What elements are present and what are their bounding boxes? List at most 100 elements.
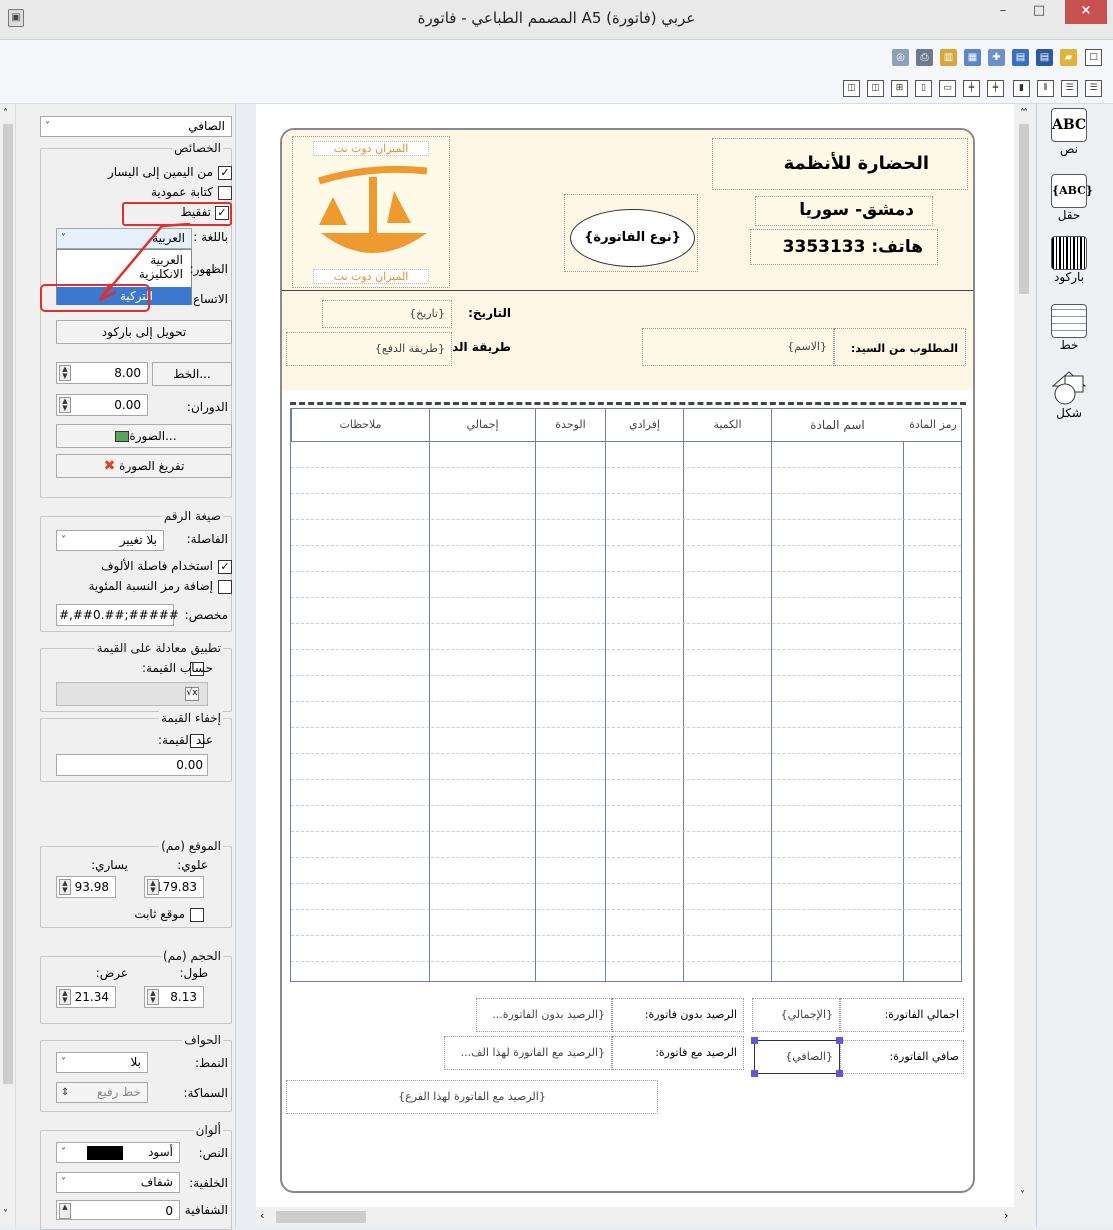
same-size-icon[interactable]: ⊞ (891, 80, 908, 97)
separator-combo[interactable]: بلا تغيير ˅ (56, 530, 164, 551)
spin-arrows-icon[interactable]: ▲ ▼ (59, 397, 71, 413)
total-field[interactable]: {الإجمالي} (752, 998, 840, 1032)
font-button[interactable]: الخط... (152, 362, 232, 386)
copy-icon[interactable]: ▦ (964, 49, 981, 66)
text-color-combo[interactable]: أسود ˅ (56, 1142, 180, 1163)
same-height-icon[interactable]: ▯ (915, 80, 932, 97)
balance-wo-field[interactable]: {الرصيد بدون الفاتورة... (476, 998, 612, 1032)
scroll-thumb[interactable] (3, 124, 13, 1084)
table-row (291, 961, 961, 962)
percent-checkbox[interactable] (218, 580, 232, 594)
barcode-convert-button[interactable]: تحويل إلى باركود (56, 320, 232, 344)
selection-handle[interactable] (751, 1070, 758, 1077)
scroll-thumb[interactable] (276, 1211, 366, 1223)
clear-image-button[interactable]: ✖ تفريغ الصورة (56, 454, 232, 478)
maximize-button[interactable]: □ (1024, 0, 1054, 24)
left-spinner[interactable]: ▲ ▼ 93.98 (56, 876, 116, 898)
height-spinner[interactable]: ▲ ▼ 8.13 (144, 986, 204, 1008)
align-top-icon[interactable]: ☰ (1085, 80, 1102, 97)
close-button[interactable]: × (1065, 0, 1107, 24)
scroll-thumb[interactable] (1019, 124, 1029, 294)
scroll-right-icon[interactable]: › (1004, 1209, 1008, 1222)
group-title: الخصائص (172, 141, 223, 155)
tool-field[interactable]: {ABC} حقل (1045, 174, 1093, 222)
rtl-checkbox[interactable]: ✓ (218, 166, 232, 180)
formula-icon[interactable]: √x (185, 687, 199, 701)
payment-field[interactable]: {طريقة الدفع} (286, 332, 452, 366)
expand-label: الاتساع (192, 292, 228, 306)
spin-arrows-icon[interactable]: ▲ ▼ (59, 365, 71, 381)
new-icon[interactable]: □ (1085, 49, 1102, 66)
spin-arrows-icon[interactable]: ▲ (59, 1203, 71, 1219)
group-title: تطبيق معادلة على القيمة (94, 641, 223, 655)
bg-color-combo[interactable]: شفاف ˅ (56, 1172, 180, 1193)
logo-text-bottom: الميزان دوت نت (313, 269, 429, 284)
canvas-horizontal-scrollbar[interactable]: ‹ › (256, 1207, 1036, 1227)
left-panel-scrollbar[interactable]: ˄ ˅ (0, 104, 16, 1227)
send-back-icon[interactable]: ◫ (843, 80, 860, 97)
scroll-left-icon[interactable]: ‹ (260, 1209, 264, 1222)
image-button[interactable]: الصورة... (56, 424, 232, 448)
width-spinner[interactable]: ▲ ▼ 21.34 (56, 986, 116, 1008)
branch-balance-field[interactable]: {الرصيد مع الفاتورة لهذا الفرع} (286, 1080, 658, 1114)
save-as-icon[interactable]: ▤ (1012, 49, 1029, 66)
selection-handle[interactable] (836, 1070, 843, 1077)
center-vertical-icon[interactable]: ╪ (963, 80, 980, 97)
align-bottom-icon[interactable]: ⫴ (1037, 80, 1054, 97)
total-label-box: اجمالي الفاتورة: (840, 998, 964, 1032)
balance-w-field[interactable]: {الرصيد مع الفاتورة لهذا الف... (444, 1036, 612, 1070)
date-field[interactable]: {تاريخ} (322, 300, 452, 328)
tool-line[interactable]: خط (1045, 304, 1093, 352)
paste-icon[interactable]: ▥ (940, 49, 957, 66)
print-preview-icon[interactable]: ◎ (892, 49, 909, 66)
scroll-down-icon[interactable]: ˅ (3, 1209, 8, 1220)
col-header-unit-price: إفرادي (605, 409, 683, 441)
selection-handle[interactable] (836, 1037, 843, 1044)
object-combo[interactable]: الصافي ˅ (40, 116, 232, 137)
col-header-unit: الوحدة (535, 409, 605, 441)
border-style-combo[interactable]: بلا ˅ (56, 1052, 148, 1073)
phone-box[interactable]: هاتف: 3353133 (750, 229, 938, 265)
thousands-checkbox[interactable]: ✓ (218, 560, 232, 574)
minimize-button[interactable]: – (988, 0, 1018, 24)
align-left-icon[interactable]: ▮ (1013, 80, 1030, 97)
logo-image[interactable]: الميزان دوت نت الميزان دوت نت (292, 136, 450, 288)
city-box[interactable]: دمشق- سوريا (755, 196, 933, 226)
print-icon[interactable]: ⎙ (916, 49, 933, 66)
spin-arrows-icon[interactable]: ▲ ▼ (147, 879, 159, 895)
tool-shape[interactable]: شكل (1045, 370, 1093, 420)
align-middle-icon[interactable]: ☰ (1061, 80, 1078, 97)
hide-value-input[interactable]: 0.00 (56, 754, 208, 776)
rotation-spinner[interactable]: ▲ ▼ 0.00 (56, 394, 148, 416)
items-table[interactable]: رمز المادة اسم المادة الكمية إفرادي الوح… (290, 408, 962, 982)
fixed-position-checkbox[interactable] (190, 908, 204, 922)
tafqeet-checkbox[interactable]: ✓ (215, 206, 229, 220)
tool-barcode[interactable]: باركود (1045, 236, 1093, 284)
spin-arrows-icon[interactable]: ▲ ▼ (59, 989, 71, 1005)
bring-front-icon[interactable]: ◫ (867, 80, 884, 97)
paste-special-icon[interactable]: ✚ (988, 49, 1005, 66)
center-horizontal-icon[interactable]: ╪ (987, 80, 1004, 97)
scroll-up-icon[interactable]: ˄ (1023, 108, 1028, 119)
scroll-down-icon[interactable]: ˅ (1020, 1190, 1025, 1201)
tool-line-label: خط (1059, 338, 1079, 352)
transparency-spinner[interactable]: ▲ 0 (56, 1200, 180, 1220)
open-folder-icon[interactable]: ▰ (1060, 49, 1077, 66)
net-field-selected[interactable]: {الصافي} (754, 1040, 840, 1074)
top-spinner[interactable]: ▲ ▼ 179.83 (144, 876, 204, 898)
custom-format-input[interactable]: #,##0.##;##### (56, 604, 179, 626)
spin-arrows-icon[interactable]: ▲ ▼ (147, 989, 159, 1005)
thickness-combo[interactable]: خط رفيع ⇕ (56, 1082, 148, 1103)
customer-field[interactable]: {الاسم} (642, 328, 834, 366)
equation-input[interactable]: √x (56, 682, 208, 706)
same-width-icon[interactable]: ▭ (939, 80, 956, 97)
invoice-type[interactable]: {نوع الفاتورة} (570, 209, 695, 267)
tool-text[interactable]: ABC نص (1045, 108, 1093, 156)
selection-handle[interactable] (751, 1037, 758, 1044)
scroll-up-icon[interactable]: ˄ (3, 108, 8, 119)
font-size-spinner[interactable]: ▲ ▼ 8.00 (56, 362, 148, 384)
vertical-checkbox[interactable] (218, 186, 232, 200)
save-icon[interactable]: ▤ (1036, 49, 1053, 66)
company-name-box[interactable]: الحضارة للأنظمة (712, 138, 968, 190)
spin-arrows-icon[interactable]: ▲ ▼ (59, 879, 71, 895)
